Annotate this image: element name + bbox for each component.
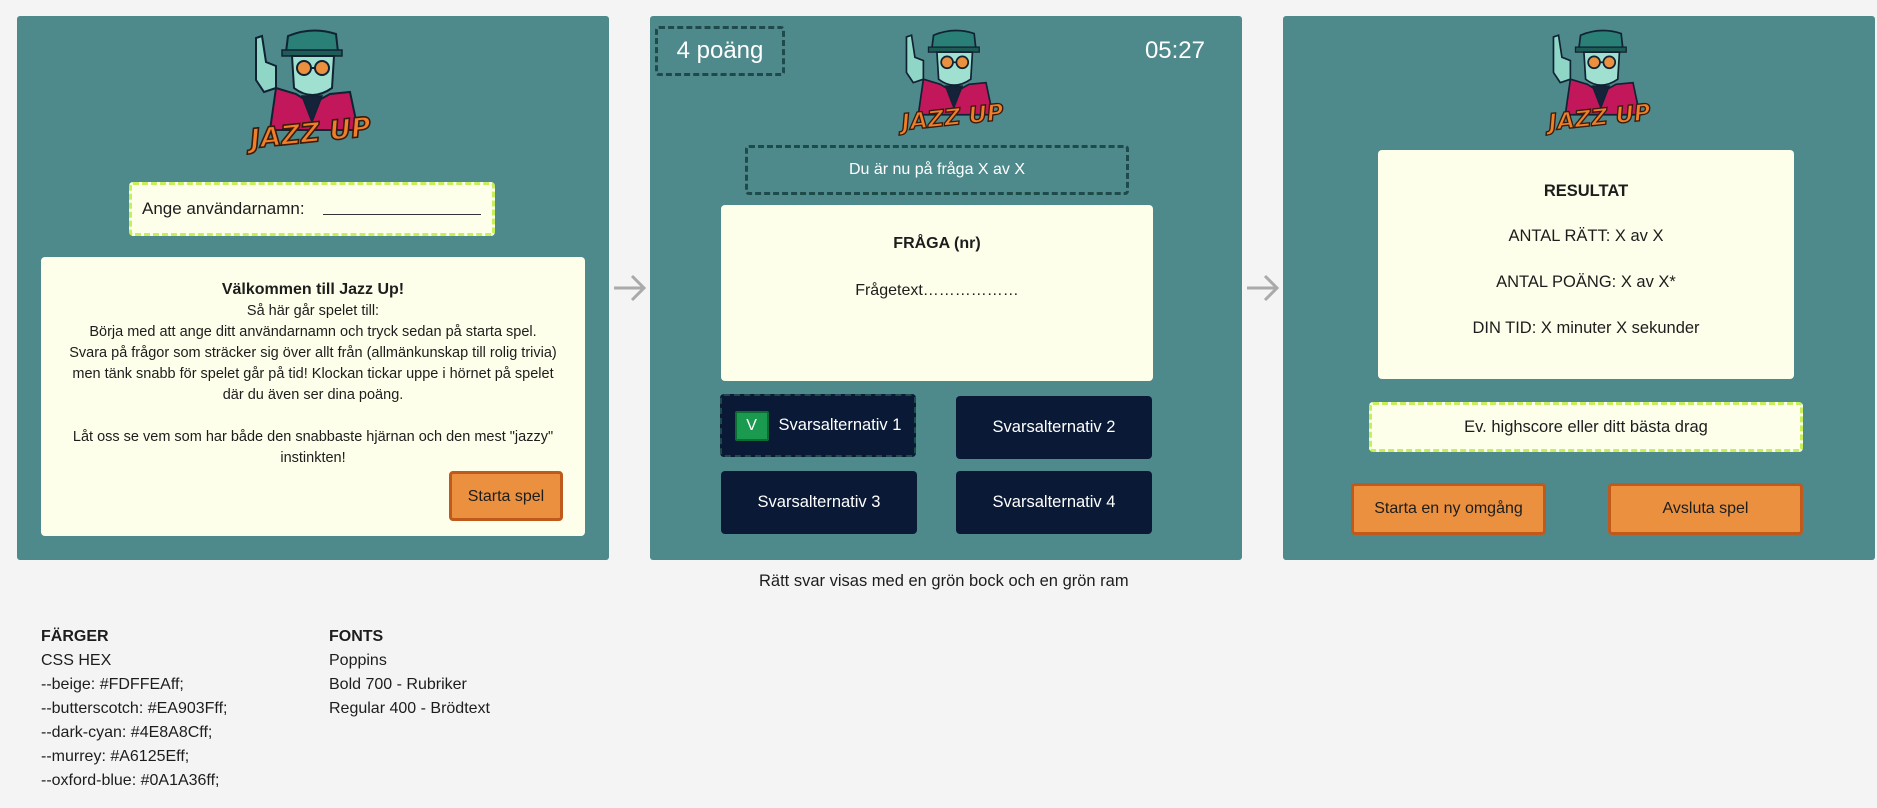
question-progress: Du är nu på fråga X av X xyxy=(745,145,1129,195)
answer-option-3[interactable]: Svarsalternativ 3 xyxy=(721,471,917,534)
result-card: RESULTAT ANTAL RÄTT: X av X ANTAL POÄNG:… xyxy=(1378,150,1794,379)
answer-option-4[interactable]: Svarsalternativ 4 xyxy=(956,471,1152,534)
font-notes: FONTS Poppins Bold 700 - Rubriker Regula… xyxy=(329,625,490,721)
result-correct-count: ANTAL RÄTT: X av X xyxy=(1508,227,1664,245)
colors-subheading: CSS HEX xyxy=(41,652,112,669)
jazz-up-logo xyxy=(898,26,1008,146)
welcome-text: Så här går spelet till: Börja med att an… xyxy=(41,301,585,469)
question-text: Frågetext……………… xyxy=(855,282,1019,299)
color-line: --oxford-blue: #0A1A36ff; xyxy=(41,772,220,789)
result-points: ANTAL POÄNG: X av X* xyxy=(1496,273,1676,291)
username-field[interactable]: Ange användarnamn: xyxy=(129,182,495,236)
question-screen-panel: 4 poäng 05:27 Du är nu på fråga X av X F… xyxy=(650,16,1242,560)
fonts-heading: FONTS xyxy=(329,628,384,645)
score-display: 4 poäng xyxy=(655,26,785,76)
color-line: --butterscotch: #EA903Fff; xyxy=(41,700,228,717)
color-line: --dark-cyan: #4E8A8Cff; xyxy=(41,724,213,741)
question-card: FRÅGA (nr) Frågetext……………… xyxy=(721,205,1153,381)
colors-heading: FÄRGER xyxy=(41,628,109,645)
welcome-line: men tänk snabb för spelet går på tid! Kl… xyxy=(72,366,554,382)
answer-option-2[interactable]: Svarsalternativ 2 xyxy=(956,396,1152,459)
jazz-up-logo xyxy=(246,26,376,166)
start-game-button[interactable]: Starta spel xyxy=(449,471,563,521)
correct-answer-caption: Rätt svar visas med en grön bock och en … xyxy=(759,572,1129,590)
welcome-outro: instinkten! xyxy=(280,450,346,466)
welcome-line: Så här går spelet till: xyxy=(246,303,380,319)
result-screen-panel: RESULTAT ANTAL RÄTT: X av X ANTAL POÄNG:… xyxy=(1283,16,1875,560)
start-screen-panel: Ange användarnamn: Välkommen till Jazz U… xyxy=(17,16,609,560)
question-title: FRÅGA (nr) xyxy=(893,235,981,252)
username-label: Ange användarnamn: xyxy=(142,199,305,218)
welcome-title: Välkommen till Jazz Up! xyxy=(221,281,405,298)
welcome-outro: Låt oss se vem som har både den snabbast… xyxy=(72,429,554,445)
font-line: Poppins xyxy=(329,652,387,669)
color-notes: FÄRGER CSS HEX --beige: #FDFFEAff; --but… xyxy=(41,625,227,793)
arrow-right-icon xyxy=(1247,274,1280,302)
answer-option-1[interactable]: V Svarsalternativ 1 xyxy=(720,394,916,457)
welcome-line: där du även ser dina poäng. xyxy=(222,387,404,403)
font-line: Bold 700 - Rubriker xyxy=(329,676,467,693)
correct-check-icon: V xyxy=(734,410,769,441)
welcome-line: Svara på frågor som sträcker sig över al… xyxy=(69,345,557,361)
arrow-right-icon xyxy=(614,274,647,302)
font-line: Regular 400 - Brödtext xyxy=(329,700,490,717)
username-input-line[interactable] xyxy=(322,203,481,215)
color-line: --beige: #FDFFEAff; xyxy=(41,676,184,693)
highscore-box: Ev. highscore eller ditt bästa drag xyxy=(1369,402,1803,452)
timer-display: 05:27 xyxy=(1144,37,1205,64)
new-round-button[interactable]: Starta en ny omgång xyxy=(1351,483,1546,535)
quit-game-button[interactable]: Avsluta spel xyxy=(1608,483,1803,535)
color-line: --murrey: #A6125Eff; xyxy=(41,748,190,765)
welcome-card: Välkommen till Jazz Up! Så här går spele… xyxy=(41,257,585,536)
welcome-line: Börja med att ange ditt användarnamn och… xyxy=(89,324,537,340)
jazz-up-logo xyxy=(1545,26,1655,146)
result-title: RESULTAT xyxy=(1543,182,1629,200)
answer-label: Svarsalternativ 1 xyxy=(778,416,902,434)
result-time: DIN TID: X minuter X sekunder xyxy=(1472,319,1700,337)
